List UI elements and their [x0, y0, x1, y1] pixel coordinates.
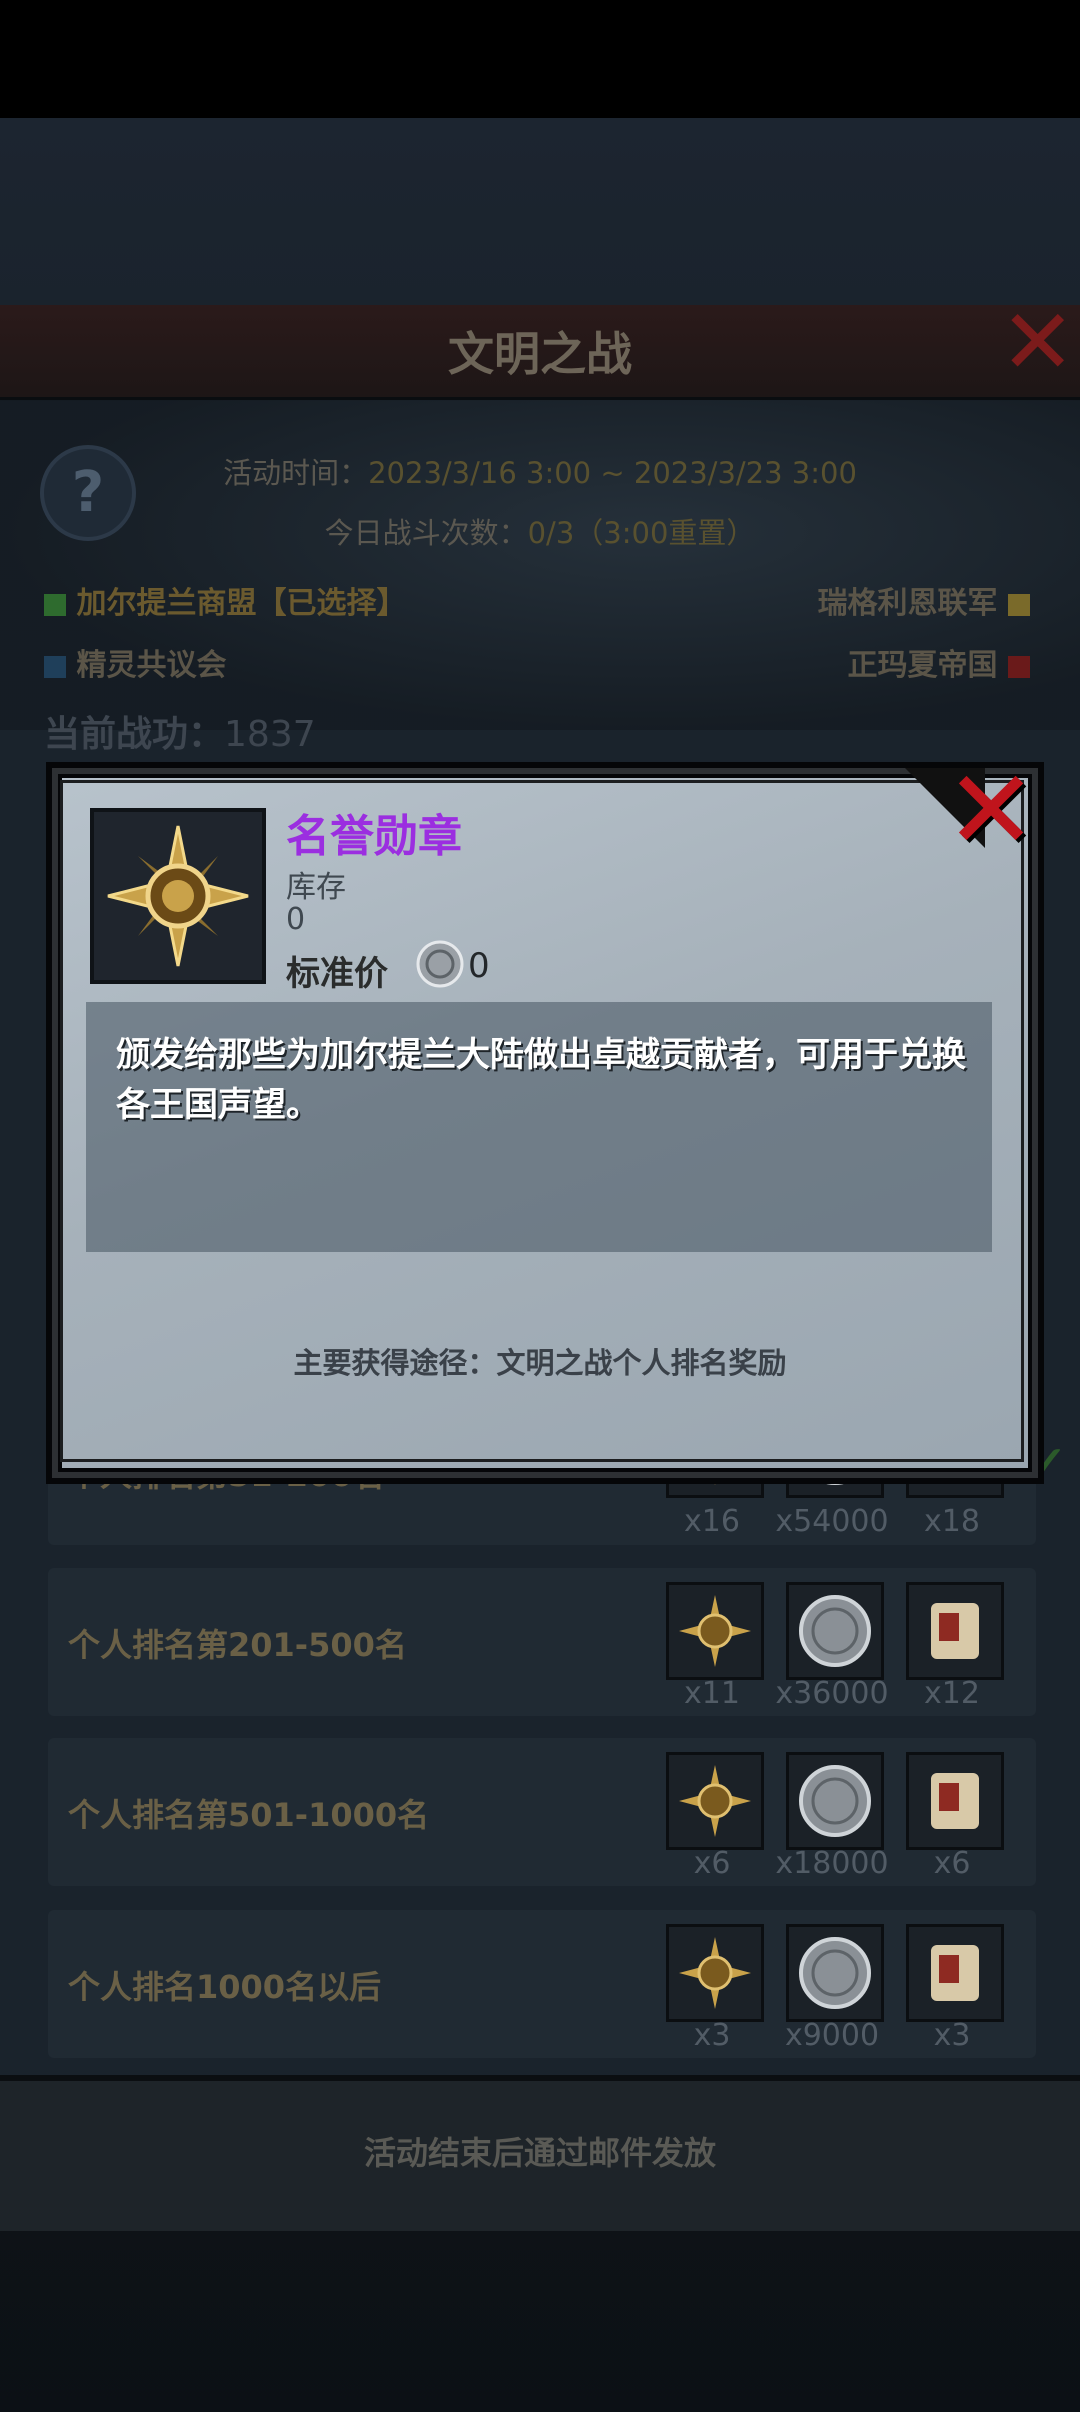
event-time-value: 2023/3/16 3:00 ~ 2023/3/23 3:00 [368, 456, 857, 490]
scroll-icon[interactable] [906, 1752, 1004, 1850]
faction-label: 加尔提兰商盟【已选择】 [76, 586, 407, 621]
medal-icon[interactable] [666, 1752, 764, 1850]
faction-color-square [1008, 655, 1030, 678]
reward-qty: x16 [684, 1504, 740, 1539]
item-source: 主要获得途径：文明之战个人排名奖励 [293, 1346, 787, 1380]
status-bar-area [0, 0, 1080, 118]
reward-rank-label: 个人排名第501-1000名 [68, 1796, 430, 1834]
reward-qty: x12 [924, 1676, 980, 1711]
battle-count-value: 0/3（3:00重置） [527, 516, 756, 550]
battle-count: 今日战斗次数：0/3（3:00重置） [0, 510, 1080, 552]
reward-qty: x36000 [775, 1676, 889, 1711]
faction-color-square [1008, 593, 1030, 616]
reward-qty: x18000 [775, 1846, 889, 1881]
silver-coin-icon[interactable] [786, 1752, 884, 1850]
silver-coin-icon[interactable] [786, 1582, 884, 1680]
stock-value: 0 [286, 902, 306, 937]
medal-icon[interactable] [666, 1582, 764, 1680]
stock-label: 库存 [286, 870, 346, 905]
merit-label: 当前战功： [44, 714, 225, 755]
merit-value: 1837 [224, 714, 316, 755]
battle-count-label: 今日战斗次数： [324, 516, 528, 550]
reward-qty: x54000 [775, 1504, 889, 1539]
reward-rank-label: 个人排名1000名以后 [68, 1968, 382, 2006]
faction-color-square [44, 655, 66, 678]
reward-qty: x9000 [784, 2018, 880, 2053]
price-label: 标准价 [286, 954, 388, 994]
panel-title: 文明之战 [448, 327, 632, 381]
current-merit: 当前战功：1837 [44, 705, 316, 757]
close-icon[interactable]: ✕ [945, 755, 1037, 865]
item-name: 名誉勋章 [286, 811, 462, 862]
reward-qty: x3 [693, 2018, 731, 2053]
reward-qty: x3 [933, 2018, 971, 2053]
medal-icon [90, 808, 266, 984]
item-description: 颁发给那些为加尔提兰大陆做出卓越贡献者，可用于兑换各王国声望。 [116, 1035, 966, 1125]
event-time: 活动时间：2023/3/16 3:00 ~ 2023/3/23 3:00 [0, 450, 1080, 492]
medal-icon[interactable] [666, 1924, 764, 2022]
reward-rank-label: 个人排名第201-500名 [68, 1626, 407, 1664]
faction-regelion[interactable]: 瑞格利恩联军 [818, 578, 1030, 622]
faction-zhengma-empire[interactable]: 正玛夏帝国 [848, 640, 1030, 684]
faction-label: 精灵共议会 [76, 648, 227, 683]
footer-note: 活动结束后通过邮件发放 [363, 2134, 716, 2172]
silver-coin-icon [416, 940, 464, 988]
faction-label: 瑞格利恩联军 [817, 586, 998, 621]
faction-label: 正玛夏帝国 [847, 648, 998, 683]
scroll-icon[interactable] [906, 1582, 1004, 1680]
reward-row: 个人排名第201-500名 x11 x36000 x12 [48, 1568, 1036, 1716]
close-icon[interactable]: ✕ [1000, 298, 1075, 388]
reward-row: 个人排名1000名以后 x3 x9000 x3 [48, 1910, 1036, 2058]
silver-coin-icon[interactable] [786, 1924, 884, 2022]
price-value: 0 [468, 946, 490, 986]
faction-galtilan[interactable]: 加尔提兰商盟【已选择】 [44, 578, 406, 622]
faction-color-square [44, 593, 66, 616]
reward-qty: x6 [693, 1846, 731, 1881]
event-time-label: 活动时间： [223, 456, 369, 490]
reward-qty: x6 [933, 1846, 971, 1881]
reward-qty: x18 [924, 1504, 980, 1539]
reward-qty: x11 [684, 1676, 740, 1711]
reward-row: 个人排名第501-1000名 x6 x18000 x6 [48, 1738, 1036, 1886]
faction-elf-council[interactable]: 精灵共议会 [44, 640, 226, 684]
scroll-icon[interactable] [906, 1924, 1004, 2022]
